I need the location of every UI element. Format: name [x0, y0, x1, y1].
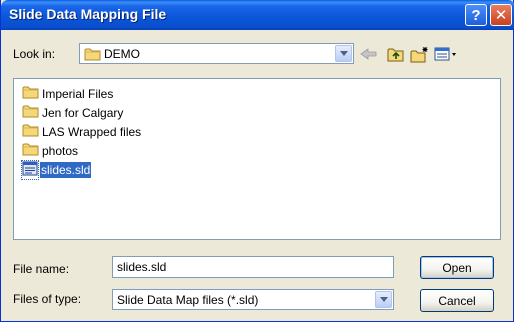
- files-of-type-dropdown[interactable]: Slide Data Map files (*.sld): [112, 289, 394, 310]
- files-of-type-value: Slide Data Map files (*.sld): [117, 293, 259, 307]
- files-of-type-label: Files of type:: [13, 292, 82, 306]
- file-name-input[interactable]: [112, 256, 394, 278]
- folder-icon: [22, 85, 39, 102]
- window-title: Slide Data Mapping File: [9, 6, 167, 22]
- file-name: Imperial Files: [42, 86, 114, 101]
- help-icon: ?: [471, 6, 481, 24]
- file-name: LAS Wrapped files: [42, 124, 142, 139]
- cancel-button[interactable]: Cancel: [420, 289, 494, 312]
- open-button[interactable]: Open: [420, 256, 494, 279]
- dropdown-arrow[interactable]: [375, 291, 392, 308]
- cancel-button-label: Cancel: [438, 293, 476, 308]
- list-item[interactable]: LAS Wrapped files: [22, 123, 142, 140]
- dropdown-arrow[interactable]: [335, 45, 352, 62]
- folder-icon: [84, 47, 101, 64]
- create-new-folder-icon[interactable]: [410, 46, 430, 66]
- folder-icon: [22, 123, 39, 140]
- sld-file-icon: [21, 159, 39, 180]
- title-bar[interactable]: Slide Data Mapping File ? ✕: [1, 0, 514, 30]
- back-arrow-icon[interactable]: [359, 46, 379, 65]
- list-item[interactable]: Jen for Calgary: [22, 104, 124, 121]
- look-in-value: DEMO: [104, 47, 140, 61]
- folder-icon: [22, 142, 39, 159]
- file-list[interactable]: Imperial Files Jen for Calgary LAS Wrapp…: [13, 78, 501, 240]
- up-one-level-icon[interactable]: [387, 46, 405, 65]
- file-name: photos: [42, 143, 79, 158]
- file-name: slides.sld: [40, 161, 92, 178]
- look-in-label: Look in:: [13, 47, 56, 61]
- chevron-down-icon: [339, 51, 348, 56]
- look-in-dropdown[interactable]: DEMO: [79, 43, 354, 64]
- list-item-selected[interactable]: slides.sld: [21, 159, 92, 180]
- help-button[interactable]: ?: [465, 4, 487, 26]
- folder-icon: [22, 104, 39, 121]
- close-icon: ✕: [494, 6, 508, 24]
- list-item[interactable]: Imperial Files: [22, 85, 114, 102]
- file-name-label: File name:: [13, 262, 70, 276]
- close-button[interactable]: ✕: [490, 4, 512, 26]
- chevron-down-icon: [379, 297, 388, 302]
- dialog-window: Slide Data Mapping File ? ✕ Look in: DEM…: [0, 0, 514, 322]
- view-menu-icon[interactable]: [434, 46, 458, 65]
- file-name: Jen for Calgary: [42, 105, 124, 120]
- open-button-label: Open: [442, 260, 472, 275]
- list-item[interactable]: photos: [22, 142, 79, 159]
